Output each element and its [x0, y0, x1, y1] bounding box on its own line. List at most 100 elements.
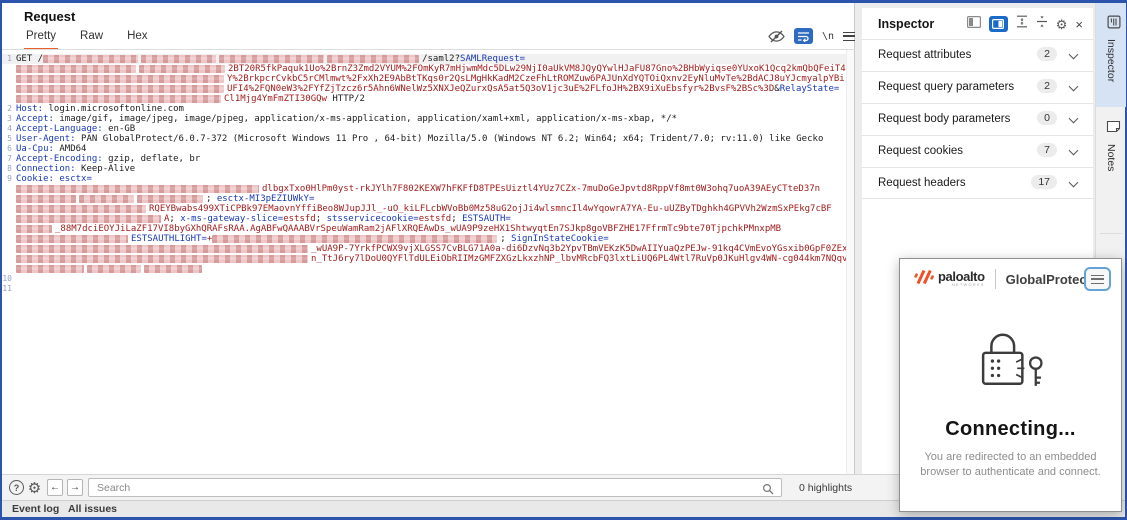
request-text: HTTP/2 — [327, 94, 365, 104]
inspector-settings-icon[interactable] — [1056, 18, 1068, 31]
count-badge: 2 — [1037, 79, 1057, 93]
hide-icon[interactable] — [768, 30, 785, 43]
inspector-section-request-attributes[interactable]: Request attributes2 — [862, 39, 1093, 71]
inspector-section-request-query-parameters[interactable]: Request query parameters 2 — [862, 71, 1093, 103]
chevron-down-icon — [1069, 50, 1079, 60]
request-line: 2Host: login.microsoftonline.com — [2, 104, 854, 114]
redacted-text — [43, 55, 138, 63]
chevron-down-icon — [1069, 178, 1079, 188]
request-line: ; esctx-MI3pEZIUWkY= — [2, 194, 854, 204]
redacted-text — [16, 245, 308, 253]
line-number: 3 — [2, 114, 16, 124]
request-token-name: ESTSAUTH= — [462, 214, 511, 224]
redacted-text — [16, 85, 224, 93]
request-token-name: esctx= — [59, 174, 92, 184]
count-badge: 2 — [1037, 47, 1057, 61]
close-icon[interactable] — [1075, 18, 1083, 31]
request-text: Y%2BrkpcrCvkbC5rCMlmwt%2FxXh2E9AbBtTKqs0… — [227, 74, 845, 84]
inspector-section-request-body-parameters[interactable]: Request body parameters 0 — [862, 103, 1093, 135]
tab-hex[interactable]: Hex — [125, 30, 149, 51]
count-badge: 0 — [1037, 111, 1057, 125]
count-badge: 17 — [1031, 175, 1057, 189]
globalprotect-window: paloalto NETWORKS GlobalProtect C — [899, 258, 1122, 512]
line-number: 6 — [2, 144, 16, 154]
inspector-header-icons — [967, 15, 1083, 33]
prev-match-button[interactable] — [47, 479, 63, 496]
request-text: dlbgxTxo0HlPm0yst-rkJYlh7F802KEXW7hFKFfD… — [262, 184, 820, 194]
word-wrap-icon[interactable] — [794, 28, 813, 44]
request-token-name: Connection: — [16, 164, 76, 174]
redacted-text — [87, 265, 141, 273]
request-line: 6Ua-Cpu: AMD64 — [2, 144, 854, 154]
redacted-text — [137, 195, 203, 203]
sidetab-notes-label: Notes — [1105, 144, 1117, 171]
redacted-text — [16, 195, 76, 203]
request-text: Keep-Alive — [76, 164, 136, 174]
request-text: estsfd — [283, 214, 316, 224]
search-icon — [762, 482, 774, 500]
request-editor[interactable]: 1GET //saml2?SAMLRequest=2BT20R5fkPaquk1… — [2, 50, 854, 474]
request-token-name: Accept: — [16, 114, 54, 124]
request-token-name: x-ms-gateway-slice= — [180, 214, 283, 224]
redacted-text — [16, 255, 308, 263]
newline-icon[interactable]: \n — [822, 31, 834, 42]
collapse-all-icon[interactable] — [1036, 15, 1048, 33]
line-number: 11 — [2, 284, 16, 294]
redacted-text — [79, 195, 134, 203]
request-panel: Request Pretty Raw Hex \n 1GET //saml2?S… — [2, 3, 855, 474]
redacted-text — [16, 225, 52, 233]
help-icon[interactable] — [9, 480, 24, 495]
redacted-text — [16, 185, 259, 193]
request-token-name: esctx-MI3pEZIUWkY= — [217, 194, 315, 204]
app-window: Request Pretty Raw Hex \n 1GET //saml2?S… — [0, 0, 1127, 520]
request-text: ; — [316, 214, 327, 224]
menu-icon[interactable] — [843, 32, 855, 41]
connecting-subtext-line2: browser to authenticate and connect. — [900, 465, 1121, 480]
request-token-name: Accept-Language: — [16, 124, 103, 134]
inspector-section-label: Request headers — [878, 177, 966, 189]
next-match-button[interactable] — [67, 479, 83, 496]
status-event-log[interactable]: Event log — [12, 503, 59, 515]
brand-divider — [995, 269, 996, 289]
tab-pretty[interactable]: Pretty — [24, 30, 58, 51]
status-all-issues[interactable]: All issues — [68, 503, 117, 515]
line-number: 10 — [2, 274, 16, 284]
expand-all-icon[interactable] — [1016, 15, 1028, 33]
request-line: RQEYBwabs499XTiCPBk97EMaovnYffiBeo8WJupJ… — [2, 204, 854, 214]
request-text: AMD64 — [54, 144, 87, 154]
inspector-section-request-headers[interactable]: Request headers 17 — [862, 167, 1093, 199]
request-token-name: User-Agent: — [16, 134, 76, 144]
layout-horizontal-icon[interactable] — [967, 15, 981, 33]
line-number: 8 — [2, 164, 16, 174]
layout-vertical-icon[interactable] — [989, 16, 1008, 32]
inspector-section-label: Request body parameters — [878, 113, 1010, 125]
settings-icon[interactable] — [27, 480, 42, 495]
sidetab-notes[interactable]: Notes — [1096, 107, 1126, 183]
request-token-name: ESTSAUTHLIGHT= — [131, 234, 207, 244]
request-line: 8Connection: Keep-Alive — [2, 164, 854, 174]
tab-raw[interactable]: Raw — [78, 30, 105, 51]
request-token-name: Accept-Encoding: — [16, 154, 103, 164]
request-text: UFI4%2FQN0eW3%2FYfZjTzcz6r5Ahn6WNelWz5XN… — [227, 84, 774, 94]
editor-scrollbar[interactable] — [846, 50, 854, 474]
inspector-sections: Request attributes2Request query paramet… — [862, 39, 1093, 199]
request-line: ESTSAUTHLIGHT=+; SignInStateCookie= — [2, 234, 854, 244]
editor-lines: 1GET //saml2?SAMLRequest=2BT20R5fkPaquk1… — [2, 54, 854, 294]
globalprotect-menu-button[interactable] — [1084, 267, 1111, 291]
request-line: 3Accept: image/gif, image/jpeg, image/pj… — [2, 114, 854, 124]
request-text: image/gif, image/jpeg, image/pjpeg, appl… — [54, 114, 677, 124]
redacted-text — [16, 75, 224, 83]
request-line: 4Accept-Language: en-GB — [2, 124, 854, 134]
inspector-section-request-cookies[interactable]: Request cookies7 — [862, 135, 1093, 167]
search-input[interactable] — [88, 478, 782, 497]
redacted-text — [219, 55, 324, 63]
request-text: _88M7dciEOYJiLaZF17VI8byGXhQRAFsRAA.AgAB… — [55, 224, 781, 234]
request-text: GET / — [16, 54, 43, 64]
connecting-subtext: You are redirected to an embedded browse… — [900, 450, 1121, 479]
request-line: dlbgxTxo0HlPm0yst-rkJYlh7F802KEXW7hFKFfD… — [2, 184, 854, 194]
request-line: 1GET //saml2?SAMLRequest= — [2, 54, 854, 64]
request-token-name: Ua-Cpu: — [16, 144, 54, 154]
sidetab-inspector[interactable]: Inspector — [1096, 3, 1126, 107]
inspector-section-label: Request query parameters — [878, 81, 1014, 93]
request-text: 2BT20R5fkPaquk1Uo%2BrnZ3Zmd2VYUM%2FOmKyR… — [228, 64, 846, 74]
